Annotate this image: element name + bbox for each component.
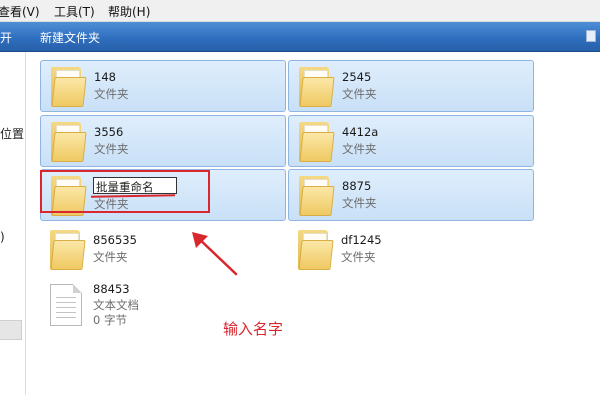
file-name: df1245 [341, 233, 382, 247]
file-type: 文件夹 [342, 87, 377, 101]
annotation-label: 输入名字 [223, 320, 284, 338]
file-type: 文件夹 [94, 87, 129, 101]
file-size: 0 字节 [93, 313, 127, 327]
file-item-3556[interactable]: 3556 文件夹 [40, 115, 286, 167]
file-name: 88453 [93, 282, 130, 296]
folder-icon [299, 176, 335, 216]
menu-bar: 查看(V) 工具(T) 帮助(H) [0, 0, 600, 22]
menu-tools[interactable]: 工具(T) [54, 3, 95, 20]
nav-item-selected[interactable] [0, 320, 22, 340]
file-name: 2545 [342, 70, 372, 84]
file-type: 文件夹 [342, 196, 377, 210]
new-folder-button[interactable]: 新建文件夹 [40, 29, 100, 46]
annotation-arrow-icon [192, 232, 238, 276]
file-type: 文件夹 [341, 250, 376, 264]
file-item-148[interactable]: 148 文件夹 [40, 60, 286, 112]
file-item-df1245[interactable]: df1245 文件夹 [288, 224, 534, 276]
file-name: 148 [94, 70, 116, 84]
file-type: 文本文档 [93, 298, 139, 312]
file-type: 文件夹 [342, 142, 377, 156]
nav-item-location[interactable]: 位置 [0, 125, 24, 142]
navigation-pane: 位置 ) [0, 52, 26, 395]
text-document-icon [50, 284, 82, 326]
menu-help[interactable]: 帮助(H) [108, 3, 150, 20]
annotation-highlight-box [40, 170, 210, 213]
file-type: 文件夹 [93, 250, 128, 264]
folder-icon [51, 67, 87, 107]
folder-icon [50, 230, 86, 270]
folder-icon [299, 67, 335, 107]
folder-icon [298, 230, 334, 270]
folder-icon [51, 122, 87, 162]
file-name: 856535 [93, 233, 137, 247]
file-item-2545[interactable]: 2545 文件夹 [288, 60, 534, 112]
open-button[interactable]: 开 [0, 29, 12, 46]
menu-view[interactable]: 查看(V) [0, 3, 40, 20]
nav-item-partial[interactable]: ) [0, 230, 5, 244]
file-type: 文件夹 [94, 142, 129, 156]
file-name: 8875 [342, 179, 372, 193]
file-item-4412a[interactable]: 4412a 文件夹 [288, 115, 534, 167]
command-bar: 开 新建文件夹 [0, 22, 600, 52]
file-name: 4412a [342, 125, 379, 139]
details-pane-icon[interactable] [586, 30, 596, 42]
file-name: 3556 [94, 125, 124, 139]
folder-icon [299, 122, 335, 162]
file-item-8875[interactable]: 8875 文件夹 [288, 169, 534, 221]
